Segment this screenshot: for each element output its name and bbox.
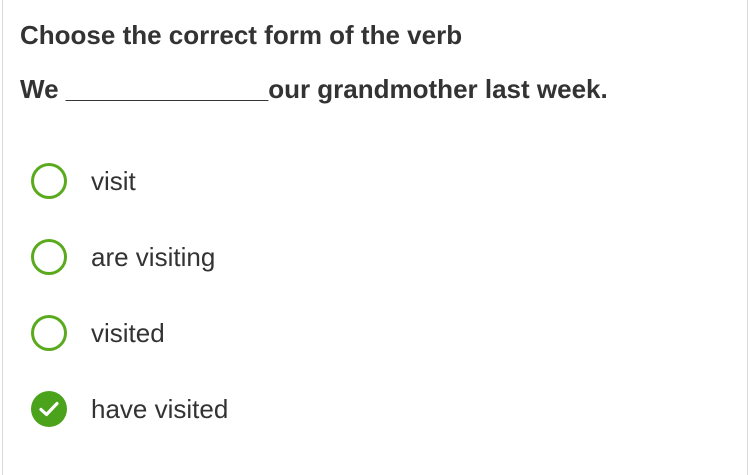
option-visit[interactable]: visit: [31, 162, 136, 200]
option-label: visit: [91, 165, 136, 196]
question-prompt: Choose the correct form of the verb: [20, 20, 463, 50]
option-label: are visiting: [91, 241, 216, 272]
option-label: have visited: [91, 393, 229, 424]
option-visited[interactable]: visited: [31, 314, 165, 352]
checkmark-icon: [39, 401, 59, 417]
option-are-visiting[interactable]: are visiting: [31, 238, 215, 276]
question-card: Choose the correct form of the verb We _…: [2, 0, 748, 475]
radio-unchecked-icon[interactable]: [31, 315, 67, 351]
radio-checked-icon[interactable]: [31, 391, 67, 427]
option-have-visited[interactable]: have visited: [31, 390, 228, 428]
question-sentence: We ______________our grandmother last we…: [20, 74, 608, 104]
radio-unchecked-icon[interactable]: [31, 163, 67, 199]
option-label: visited: [91, 317, 165, 348]
radio-unchecked-icon[interactable]: [31, 239, 67, 275]
